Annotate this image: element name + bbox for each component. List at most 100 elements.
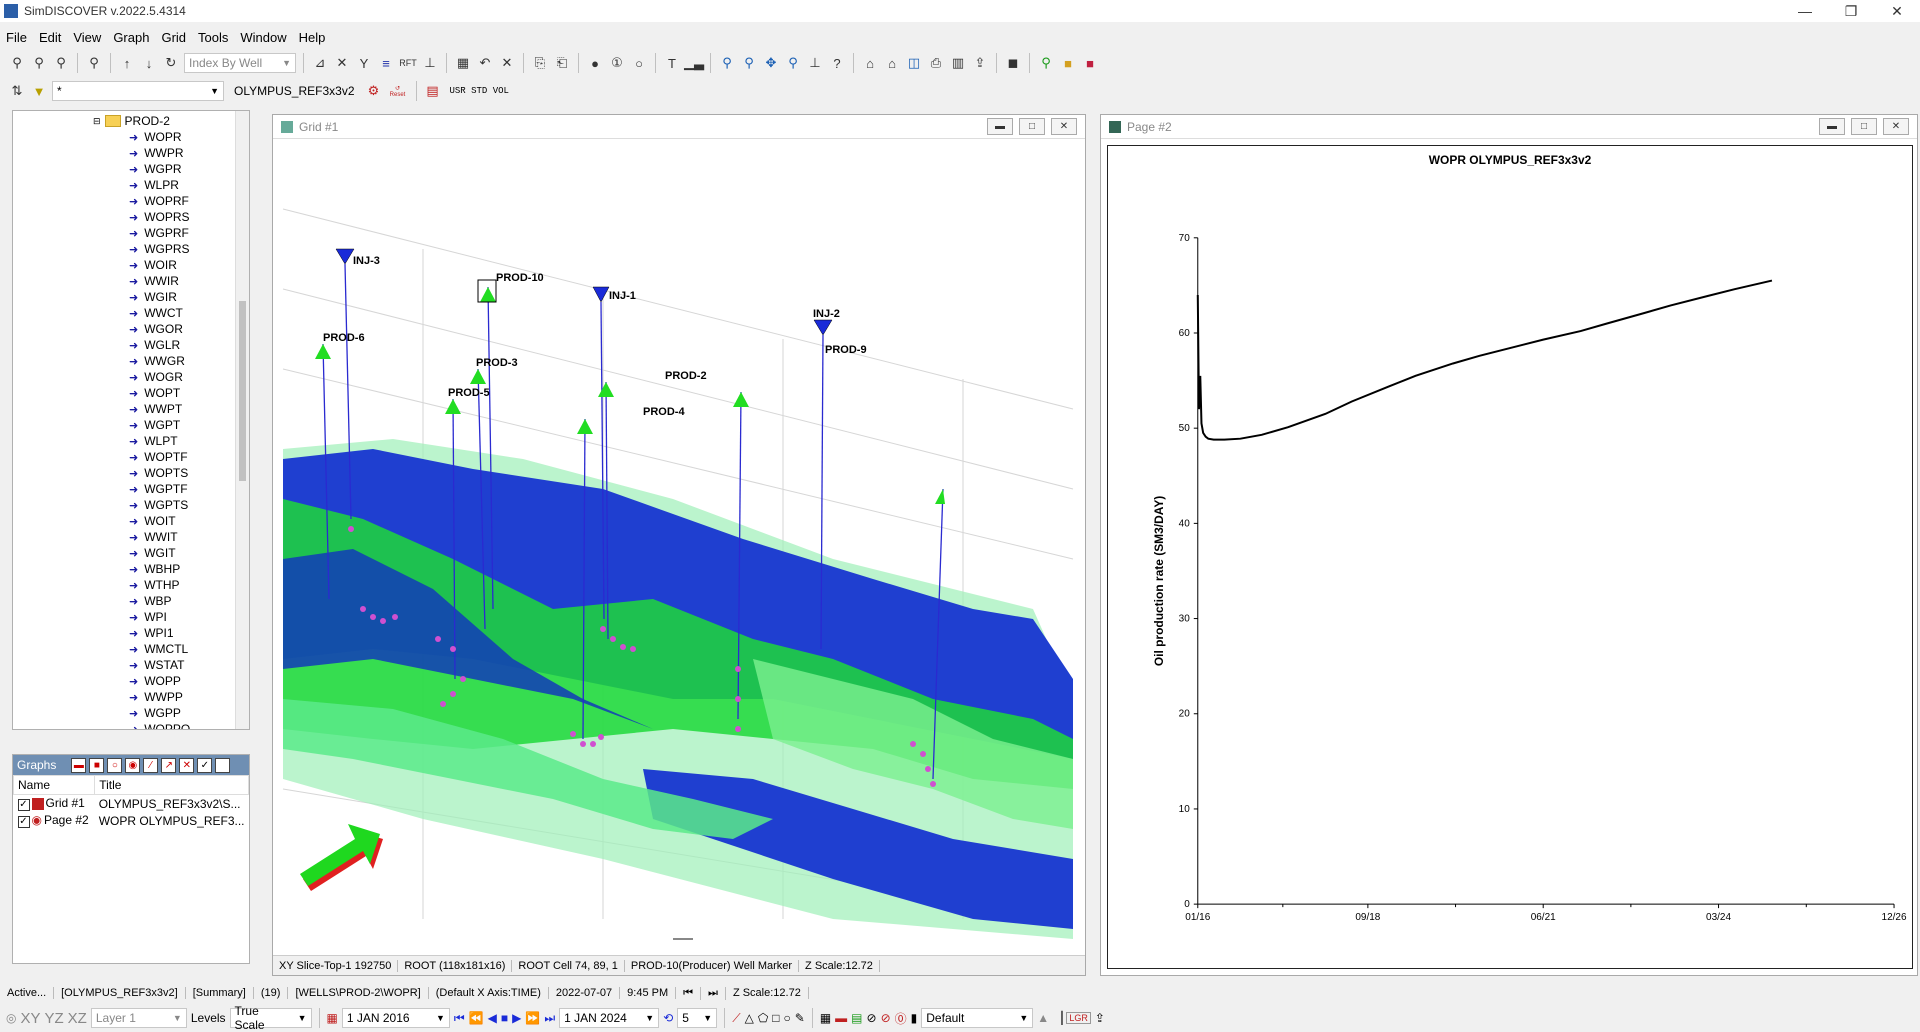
last-frame-icon[interactable]: ⏭ [544,1011,555,1026]
tree-item[interactable]: ➜ WOPPO [129,721,190,729]
menu-file[interactable]: File [0,30,33,45]
home-alt-icon[interactable]: ⌂ [883,54,901,72]
graph-tool-4-icon[interactable]: ◉ [125,757,141,773]
graph-delete-icon[interactable]: ✕ [179,757,195,773]
table-icon[interactable]: ▦ [454,54,472,72]
histogram-icon[interactable]: ▁▃ [684,54,704,72]
y-axis-icon[interactable]: Y [355,54,373,72]
play-icon[interactable]: ▶ [512,1011,521,1025]
copy-icon[interactable]: ⎘ [531,54,549,72]
stop-icon[interactable]: ■ [501,1011,508,1025]
tree-folder-prod-2[interactable]: ⊟ PROD-2 [93,113,170,129]
tree-item[interactable]: ➜ WBP [129,593,172,609]
table-row[interactable]: ✓ Grid #1 OLYMPUS_REF3x3v2\S... [14,795,249,813]
menu-edit[interactable]: Edit [33,30,67,45]
grid-maximize-icon[interactable]: □ [1019,118,1045,135]
export-grid-icon[interactable]: ⇪ [1095,1011,1105,1025]
scale-combo[interactable]: True Scale ▼ [229,1004,312,1032]
tree-item[interactable]: ➜ WPI [129,609,167,625]
tree-item[interactable]: ➜ WGPR [129,161,182,177]
target-icon[interactable]: ◎ [6,1011,16,1025]
grid-table-icon[interactable]: ▦ [820,1011,831,1025]
sort-down-icon[interactable]: ↓ [140,54,158,72]
info-sign-icon[interactable]: ⓪ [895,1010,907,1027]
play-back-icon[interactable]: ◀ [488,1011,497,1025]
check-all-icon[interactable]: ✓ [197,757,213,773]
settings-gear-icon[interactable]: ⚙ [365,82,383,100]
cube-red-icon[interactable]: ■ [1081,54,1099,72]
tree-item[interactable]: ➜ WOPP [129,673,181,689]
menu-tools[interactable]: Tools [192,30,234,45]
tree-item[interactable]: ➜ WGPRF [129,225,189,241]
axis-scale-icon[interactable]: ⊥ [806,54,824,72]
page-maximize-icon[interactable]: □ [1851,118,1877,135]
grid-minimize-icon[interactable]: ▬ [987,118,1013,135]
tree-item[interactable]: ➜ WGPRS [129,241,190,257]
refresh-icon[interactable]: ↻ [162,54,180,72]
well-label[interactable]: INJ-3 [353,255,380,267]
tree-item[interactable]: ➜ WOPR [129,129,182,145]
close-icon[interactable]: ✕ [1874,3,1920,20]
binoculars-icon[interactable]: ⚲ [8,54,26,72]
undo-icon[interactable]: ↶ [476,54,494,72]
col-name[interactable]: Name [12,775,96,795]
tree-item[interactable]: ➜ WGIT [129,545,176,561]
scroll-thumb[interactable] [239,301,246,481]
tree-item[interactable]: ➜ WBHP [129,561,180,577]
sort-icon[interactable]: ⇅ [8,82,26,100]
tree-item[interactable]: ➜ WOIR [129,257,177,273]
fast-forward-icon[interactable]: ⏩ [525,1011,540,1025]
tree-item[interactable]: ➜ WWIR [129,273,179,289]
wopr-chart[interactable]: WOPR OLYMPUS_REF3x3v2 Oil production rat… [1107,145,1913,969]
x-axis-icon[interactable]: ✕ [333,54,351,72]
reset-button[interactable]: ↺ Reset [387,82,409,100]
chart-icon[interactable]: ⊥ [421,54,439,72]
stop-sign-icon[interactable]: ⊘ [881,1011,891,1025]
menu-graph[interactable]: Graph [107,30,155,45]
binoculars-prev-icon[interactable]: ⚲ [52,54,70,72]
units-label[interactable]: USR STD VOL [446,86,513,96]
cube-icon[interactable]: ■ [1059,54,1077,72]
menu-view[interactable]: View [67,30,107,45]
axis-icon[interactable]: ⊿ [311,54,329,72]
well-label[interactable]: PROD-10 [496,272,544,284]
lgr-button[interactable]: LGR [1066,1012,1091,1024]
tree-item[interactable]: ➜ WWIT [129,529,178,545]
legend-icon[interactable]: ▮ [911,1011,918,1025]
help-bubble-icon[interactable]: ? [828,54,846,72]
pan-icon[interactable]: ✥ [762,54,780,72]
lines-icon[interactable]: ≡ [377,54,395,72]
tree-item[interactable]: ➜ WGPP [129,705,181,721]
graph-tool-1-icon[interactable]: ▬ [71,757,87,773]
row-checkbox[interactable]: ✓ [17,799,30,811]
page-close-icon[interactable]: ✕ [1883,118,1909,135]
restore-icon[interactable]: ❐ [1828,3,1874,20]
zoom-all-icon[interactable]: ⚲ [740,54,758,72]
menu-help[interactable]: Help [293,30,332,45]
tree-item[interactable]: ➜ WOPTF [129,449,188,465]
well-label[interactable]: PROD-4 [643,406,685,418]
report-icon[interactable]: ▤ [424,82,442,100]
tree-item[interactable]: ➜ WLPR [129,177,179,193]
well-label[interactable]: INJ-2 [813,308,840,320]
circle-icon[interactable]: ● [586,54,604,72]
loop-icon[interactable]: ⟲ [663,1011,673,1025]
table-row[interactable]: ✓ ◉ Page #2 WOPR OLYMPUS_REF3... [14,812,249,829]
tree-item[interactable]: ➜ WOPT [129,385,180,401]
end-date-combo[interactable]: 1 JAN 2024 ▼ [559,1008,660,1028]
zoom-in-icon[interactable]: ⚲ [718,54,736,72]
tree-item[interactable]: ➜ WGPT [129,417,180,433]
col-title[interactable]: Title [94,775,249,795]
start-date-combo[interactable]: 1 JAN 2016 ▼ [341,1008,450,1028]
well-label[interactable]: PROD-6 [323,332,365,344]
tree-item[interactable]: ➜ WOPRS [129,209,190,225]
view-xy[interactable]: XY [20,1010,40,1027]
ring-icon[interactable]: ○ [630,54,648,72]
layout-icon[interactable]: ▥ [949,54,967,72]
binoculars-next-icon[interactable]: ⚲ [30,54,48,72]
tree-item[interactable]: ➜ WGPTF [129,481,188,497]
tree-item[interactable]: ➜ WWCT [129,305,183,321]
page-minimize-icon[interactable]: ▬ [1819,118,1845,135]
tree-item[interactable]: ➜ WLPT [129,433,178,449]
menu-window[interactable]: Window [234,30,292,45]
